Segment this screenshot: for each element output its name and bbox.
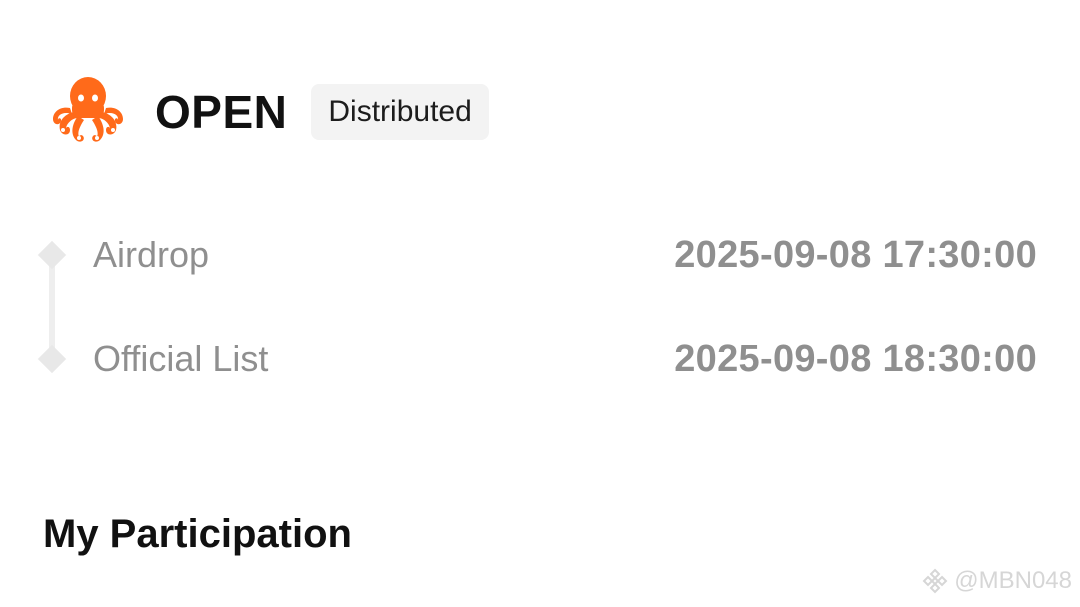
watermark: @MBN048 [922,566,1072,596]
timeline: Airdrop 2025-09-08 17:30:00 Official Lis… [0,220,1080,400]
timeline-item-airdrop: Airdrop 2025-09-08 17:30:00 [0,220,1080,290]
timeline-time: 2025-09-08 18:30:00 [674,338,1037,380]
token-name: OPEN [155,86,288,138]
watermark-text: @MBN048 [954,567,1072,594]
status-badge: Distributed [311,84,489,140]
section-title: My Participation [43,512,352,556]
timeline-time: 2025-09-08 17:30:00 [674,234,1037,276]
timeline-label: Airdrop [93,234,210,275]
timeline-label: Official List [93,338,269,379]
timeline-dot [37,344,67,374]
timeline-item-official-list: Official List 2025-09-08 18:30:00 [0,324,1080,394]
timeline-dot [37,240,67,270]
token-header: OPEN Distributed [50,74,489,150]
binance-icon [922,568,948,594]
octopus-icon [53,77,123,142]
